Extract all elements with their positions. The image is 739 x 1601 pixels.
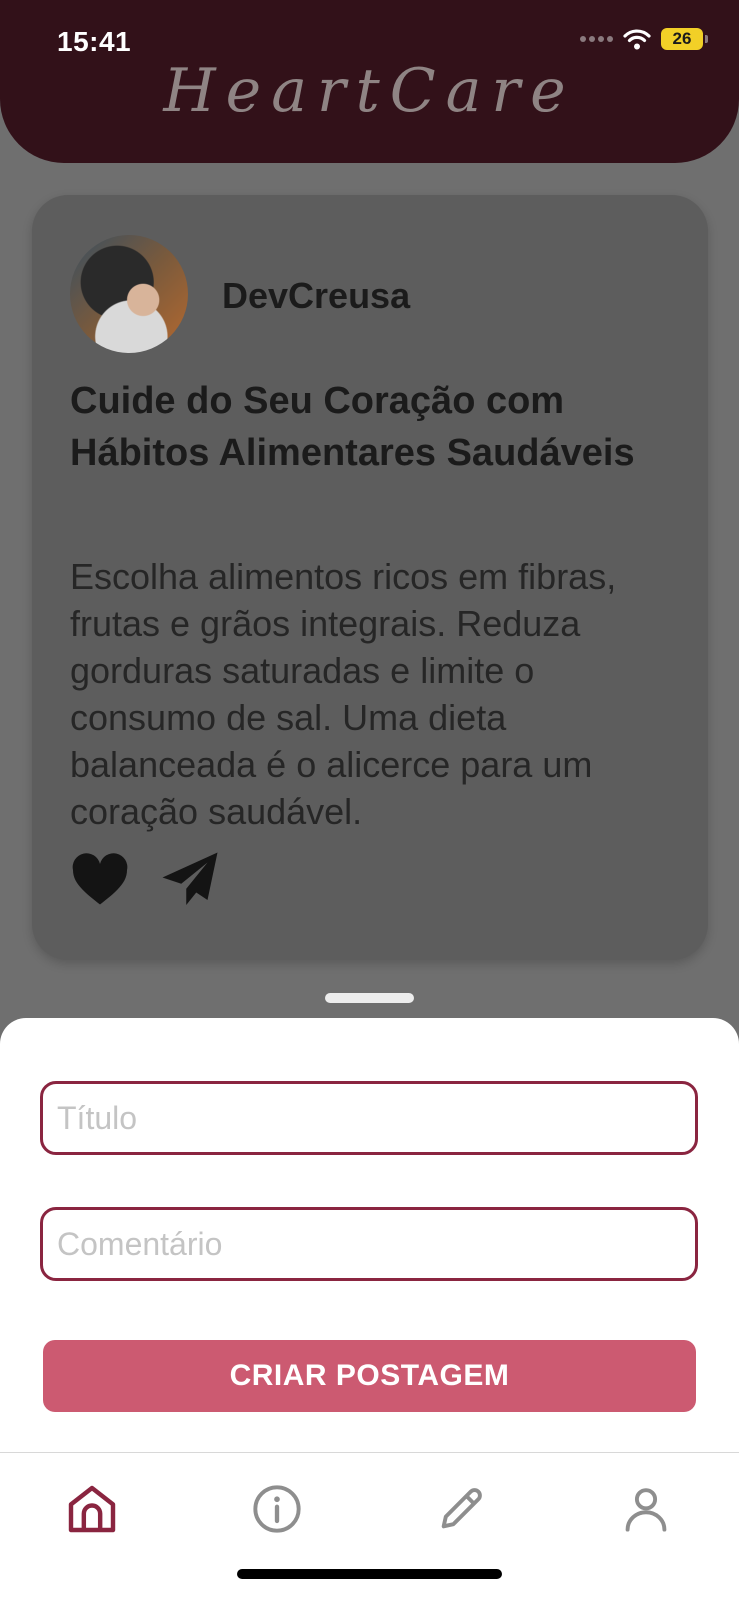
app-header: 15:41 26 HeartCare — [0, 0, 739, 163]
tab-edit[interactable] — [421, 1469, 501, 1549]
comment-input[interactable] — [40, 1207, 698, 1281]
info-icon — [253, 1485, 301, 1533]
tab-info[interactable] — [237, 1469, 317, 1549]
create-post-button[interactable]: CRIAR POSTAGEM — [43, 1340, 696, 1412]
heart-icon[interactable] — [70, 853, 130, 907]
title-input[interactable] — [40, 1081, 698, 1155]
tab-home[interactable] — [52, 1469, 132, 1549]
home-indicator[interactable] — [237, 1569, 502, 1579]
status-icons: 26 — [580, 28, 708, 50]
avatar[interactable] — [70, 235, 188, 353]
post-title: Cuide do Seu Coração com Hábitos Aliment… — [70, 380, 635, 474]
signal-icon — [580, 36, 613, 42]
wifi-icon — [623, 29, 651, 50]
status-time: 15:41 — [57, 26, 132, 57]
create-post-sheet: CRIAR POSTAGEM — [0, 1018, 739, 1452]
send-icon[interactable] — [160, 850, 220, 910]
sheet-grabber[interactable] — [325, 993, 414, 1003]
tab-profile[interactable] — [606, 1469, 686, 1549]
app-brand: HeartCare — [163, 56, 576, 126]
user-icon — [625, 1488, 667, 1532]
post-body: Escolha alimentos ricos em fibras, fruta… — [70, 556, 617, 832]
post-author[interactable]: DevCreusa — [222, 275, 410, 317]
post-actions — [70, 850, 220, 910]
home-icon — [68, 1485, 116, 1533]
pencil-icon — [441, 1488, 482, 1529]
post-card: DevCreusa Cuide do Seu Coração com Hábit… — [32, 195, 708, 960]
battery-indicator: 26 — [661, 28, 708, 50]
